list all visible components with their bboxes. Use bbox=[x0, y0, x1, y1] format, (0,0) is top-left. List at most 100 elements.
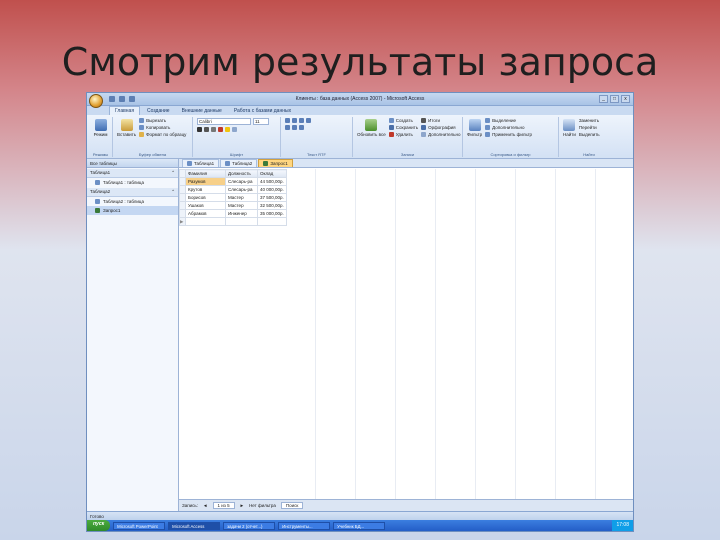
taskbar-item-active[interactable]: Microsoft Access bbox=[168, 521, 221, 530]
doc-tab-table1[interactable]: Таблица1 bbox=[182, 159, 220, 167]
search-input[interactable]: Поиск bbox=[280, 502, 304, 509]
font-name-select[interactable]: Calibri bbox=[197, 118, 251, 125]
select-button[interactable]: Выделить bbox=[579, 132, 600, 137]
apply-filter-button[interactable]: Применить фильтр bbox=[485, 132, 532, 137]
column-header[interactable]: Фамилия bbox=[185, 169, 226, 178]
align-center-icon[interactable] bbox=[292, 118, 297, 123]
find-icon[interactable] bbox=[563, 119, 576, 131]
filter-icon[interactable] bbox=[468, 119, 481, 131]
refresh-all-icon[interactable] bbox=[365, 119, 378, 131]
table-cell[interactable] bbox=[257, 217, 287, 226]
taskbar-item[interactable]: Microsoft PowerPoint bbox=[113, 521, 166, 530]
save-record-button[interactable]: Сохранить bbox=[388, 125, 418, 130]
delete-record-button[interactable]: Удалить bbox=[388, 132, 418, 137]
filter-status[interactable]: Нет фильтра bbox=[249, 503, 276, 508]
close-button[interactable]: x bbox=[621, 95, 630, 103]
group-records: Обновить все Создать Сохранить Удалить И… bbox=[353, 117, 463, 157]
tab-database-tools[interactable]: Работа с базами данных bbox=[229, 107, 296, 115]
nav-item-query1[interactable]: Запрос1 bbox=[87, 206, 178, 215]
next-record-icon[interactable]: ► bbox=[240, 503, 244, 508]
column-header[interactable]: Должность bbox=[225, 169, 258, 178]
table-cell[interactable]: Мастер bbox=[225, 201, 258, 210]
advanced-filter-button[interactable]: Дополнительно bbox=[485, 125, 532, 130]
record-position-input[interactable]: 1 из 5 bbox=[212, 502, 235, 509]
font-color-icon[interactable] bbox=[218, 127, 223, 132]
minimize-button[interactable]: _ bbox=[599, 95, 608, 103]
nav-group-table2[interactable]: Таблица2 ⌃ bbox=[87, 188, 178, 197]
table-cell[interactable]: Слесарь-ра bbox=[225, 185, 258, 194]
tab-external-data[interactable]: Внешние данные bbox=[177, 107, 227, 115]
gridlines-icon[interactable] bbox=[232, 127, 237, 132]
nav-item-table2[interactable]: Таблица2 : таблица bbox=[87, 197, 178, 206]
table-cell[interactable] bbox=[185, 217, 226, 226]
datasheet: Фамилия Должность Оклад Разумов Слесарь-… bbox=[179, 169, 633, 499]
doc-tab-query1[interactable]: Запрос1 bbox=[258, 159, 293, 167]
collapse-icon: ⌃ bbox=[171, 170, 175, 175]
taskbar-item[interactable]: Учебник БД... bbox=[333, 521, 386, 530]
table-cell[interactable]: Абрамов bbox=[185, 209, 226, 218]
paste-button[interactable]: Вставить bbox=[117, 132, 136, 137]
numbering-icon[interactable] bbox=[299, 125, 304, 130]
table-cell[interactable]: Крутов bbox=[185, 185, 226, 194]
tab-create[interactable]: Создание bbox=[142, 107, 175, 115]
copy-button[interactable]: Копировать bbox=[139, 125, 186, 130]
align-left-icon[interactable] bbox=[285, 118, 290, 123]
selection-button[interactable]: Выделение bbox=[485, 118, 532, 123]
start-button[interactable]: пуск bbox=[87, 520, 111, 531]
totals-button[interactable]: Итоги bbox=[421, 118, 460, 123]
paste-icon[interactable] bbox=[120, 119, 133, 131]
bullets-icon[interactable] bbox=[306, 118, 311, 123]
table-cell[interactable]: 32 500,00р. bbox=[257, 201, 287, 210]
doc-tab-table2[interactable]: Таблица2 bbox=[220, 159, 258, 167]
new-record-button[interactable]: Создать bbox=[388, 118, 418, 123]
spelling-button[interactable]: Орфография bbox=[421, 125, 460, 130]
taskbar-item[interactable]: Инструменты... bbox=[278, 521, 331, 530]
column-header[interactable]: Оклад bbox=[257, 169, 287, 178]
table-cell[interactable]: Инженер bbox=[225, 209, 258, 218]
indent-icon[interactable] bbox=[285, 125, 290, 130]
table-cell[interactable]: 37 500,00р. bbox=[257, 193, 287, 202]
advanced-icon bbox=[485, 125, 491, 130]
new-icon bbox=[388, 118, 394, 123]
access-screenshot: Клиенты : база данных (Access 2007) - Mi… bbox=[86, 92, 634, 532]
cut-button[interactable]: Вырезать bbox=[139, 118, 186, 123]
underline-icon[interactable] bbox=[211, 127, 216, 132]
first-record-icon[interactable]: ◄ bbox=[203, 503, 207, 508]
group-caption: Буфер обмена bbox=[138, 152, 167, 157]
view-button[interactable]: Режим bbox=[93, 132, 108, 137]
align-right-icon[interactable] bbox=[299, 118, 304, 123]
nav-item-table1[interactable]: Таблица1 : таблица bbox=[87, 178, 178, 187]
group-caption: Сортировка и фильтр bbox=[490, 152, 531, 157]
outdent-icon[interactable] bbox=[292, 125, 297, 130]
fill-color-icon[interactable] bbox=[225, 127, 230, 132]
more-records-button[interactable]: Дополнительно bbox=[421, 132, 460, 137]
group-sort-filter: Фильтр Выделение Дополнительно Применить… bbox=[463, 117, 559, 157]
table-cell[interactable]: Разумов bbox=[185, 177, 226, 186]
table-cell[interactable]: 40 000,00р. bbox=[257, 185, 287, 194]
table-cell[interactable]: Мастер bbox=[225, 193, 258, 202]
table-cell[interactable]: 35 000,00р. bbox=[257, 209, 287, 218]
replace-button[interactable]: Заменить bbox=[579, 118, 600, 123]
view-icon[interactable] bbox=[94, 119, 107, 131]
table-cell[interactable]: 44 500,00р. bbox=[257, 177, 287, 186]
record-navigation-bar: Запись: ◄ 1 из 5 ► Нет фильтра Поиск bbox=[179, 499, 633, 511]
table-cell[interactable]: Ушаков bbox=[185, 201, 226, 210]
table-cell[interactable]: Борисов bbox=[185, 193, 226, 202]
nav-pane-header[interactable]: Все таблицы bbox=[87, 159, 178, 168]
group-caption: Шрифт bbox=[229, 152, 244, 157]
find-button[interactable]: Найти bbox=[563, 132, 576, 137]
table-cell[interactable] bbox=[225, 217, 258, 226]
italic-icon[interactable] bbox=[204, 127, 209, 132]
bold-icon[interactable] bbox=[197, 127, 202, 132]
taskbar-item[interactable]: задачи 2 (отчет...) bbox=[223, 521, 276, 530]
table-row: Борисов Мастер 37 500,00р. bbox=[179, 193, 287, 202]
filter-button[interactable]: Фильтр bbox=[467, 132, 482, 137]
format-painter-button[interactable]: Формат по образцу bbox=[139, 132, 186, 137]
goto-button[interactable]: Перейти bbox=[579, 125, 600, 130]
font-size-select[interactable]: 11 bbox=[253, 118, 269, 125]
tab-home[interactable]: Главная bbox=[109, 106, 141, 115]
maximize-button[interactable]: □ bbox=[610, 95, 619, 103]
table-cell[interactable]: Слесарь-ра bbox=[225, 177, 258, 186]
nav-group-table1[interactable]: Таблица1 ⌃ bbox=[87, 169, 178, 178]
refresh-all-button[interactable]: Обновить все bbox=[357, 132, 386, 137]
